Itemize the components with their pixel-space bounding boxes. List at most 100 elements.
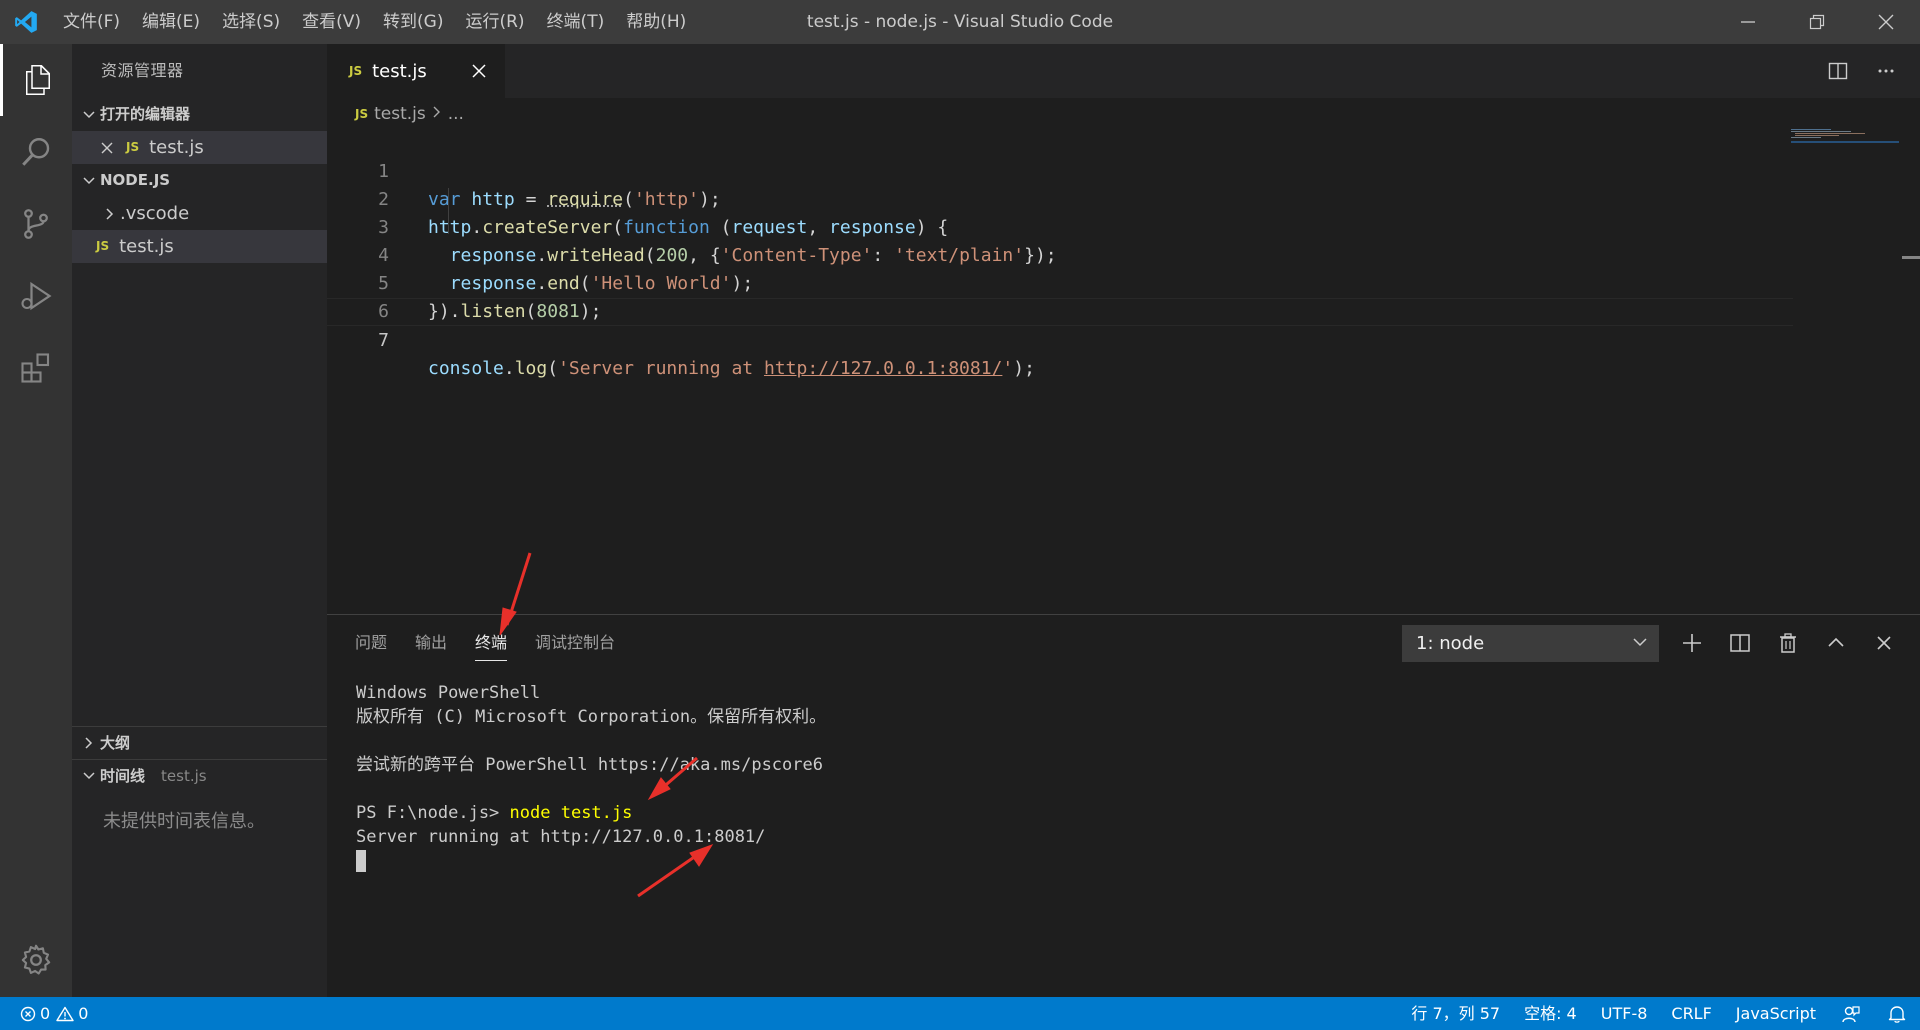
timeline-section[interactable]: 时间线 test.js <box>72 759 327 792</box>
extensions-activity[interactable] <box>0 332 72 404</box>
manage-activity[interactable] <box>0 924 72 996</box>
terminal-select[interactable]: 1: node <box>1402 625 1659 662</box>
source-control-icon <box>24 209 48 239</box>
split-terminal-button[interactable] <box>1716 623 1764 663</box>
tab-output[interactable]: 输出 <box>415 615 447 671</box>
title-bar: 文件(F) 编辑(E) 选择(S) 查看(V) 转到(G) 运行(R) 终端(T… <box>0 0 1920 44</box>
menu-terminal[interactable]: 终端(T) <box>536 0 616 44</box>
trash-icon <box>1780 633 1796 653</box>
panel-tabs: 问题 输出 终端 调试控制台 <box>355 615 643 671</box>
menu-view[interactable]: 查看(V) <box>291 0 372 44</box>
folder-section[interactable]: NODE.JS <box>72 164 327 197</box>
run-debug-activity[interactable] <box>0 260 72 332</box>
folder-item-testjs[interactable]: JS test.js <box>72 230 327 263</box>
close-tab-button[interactable] <box>467 59 491 83</box>
open-editors-label: 打开的编辑器 <box>100 105 191 123</box>
code-editor[interactable]: 1 var http = require('http'); 2 http.cre… <box>327 130 1793 610</box>
close-icon[interactable] <box>100 141 118 155</box>
split-editor-button[interactable] <box>1814 44 1862 98</box>
end-of-line[interactable]: CRLF <box>1659 997 1723 1030</box>
outline-section[interactable]: 大纲 <box>72 726 327 759</box>
menu-bar: 文件(F) 编辑(E) 选择(S) 查看(V) 转到(G) 运行(R) 终端(T… <box>52 0 697 44</box>
status-bar: 0 0 行 7，列 57 空格: 4 UTF-8 CRLF JavaScript <box>0 997 1920 1030</box>
code-line: 6 <box>327 270 1793 322</box>
minimize-button[interactable] <box>1713 0 1782 44</box>
ellipsis-icon <box>1878 69 1894 73</box>
minimap[interactable] <box>1791 128 1901 148</box>
tab-terminal[interactable]: 终端 <box>475 615 508 671</box>
chevron-right-icon <box>78 736 100 750</box>
timeline-file: test.js <box>161 766 207 785</box>
folder-item-vscode[interactable]: .vscode <box>72 197 327 230</box>
explorer-activity[interactable] <box>0 44 72 116</box>
chevron-down-icon <box>1632 634 1648 655</box>
line-number: 7 <box>378 330 389 351</box>
terminal-prompt: PS F:\node.js> <box>356 803 500 823</box>
javascript-file-icon: JS <box>355 107 369 121</box>
code-line: 5 }).listen(8081); <box>327 242 1793 322</box>
kill-terminal-button[interactable] <box>1764 623 1812 663</box>
javascript-file-icon: JS <box>96 239 110 253</box>
restore-button[interactable] <box>1782 0 1851 44</box>
menu-help[interactable]: 帮助(H) <box>615 0 697 44</box>
new-terminal-button[interactable] <box>1668 623 1716 663</box>
scrollbar-marker[interactable] <box>1902 256 1920 259</box>
maximize-panel-button[interactable] <box>1812 623 1860 663</box>
tab-debug-console[interactable]: 调试控制台 <box>535 615 615 671</box>
editor-actions <box>1814 44 1910 98</box>
vscode-logo-icon <box>0 0 52 44</box>
tab-label: test.js <box>372 60 427 82</box>
error-count: 0 <box>40 1004 51 1023</box>
menu-file[interactable]: 文件(F) <box>52 0 131 44</box>
open-editors-section[interactable]: 打开的编辑器 <box>72 98 327 131</box>
more-actions-button[interactable] <box>1862 44 1910 98</box>
search-icon <box>22 138 50 166</box>
problems-status[interactable]: 0 0 <box>20 997 88 1030</box>
terminal-line: Windows PowerShell <box>356 683 541 703</box>
close-icon <box>472 64 486 78</box>
explorer-title: 资源管理器 <box>101 61 184 80</box>
panel-actions <box>1668 623 1908 663</box>
language-mode[interactable]: JavaScript <box>1724 997 1828 1030</box>
breadcrumb-file[interactable]: test.js <box>374 104 426 124</box>
close-window-button[interactable] <box>1851 0 1920 44</box>
tab-problems[interactable]: 问题 <box>355 615 387 671</box>
chevron-down-icon <box>78 108 100 122</box>
terminal-output[interactable]: Windows PowerShell 版权所有 (C) Microsoft Co… <box>356 681 826 873</box>
gear-icon <box>21 944 51 975</box>
menu-edit[interactable]: 编辑(E) <box>131 0 211 44</box>
code-content: console.log('Server running at http://12… <box>428 358 1035 379</box>
code-line: 1 var http = require('http'); <box>327 130 1793 210</box>
notifications-button[interactable] <box>1874 997 1920 1030</box>
breadcrumb: JS test.js ... <box>355 100 470 128</box>
chevron-right-icon <box>100 207 120 221</box>
menu-selection[interactable]: 选择(S) <box>211 0 291 44</box>
indentation[interactable]: 空格: 4 <box>1512 997 1589 1030</box>
menu-run[interactable]: 运行(R) <box>454 0 535 44</box>
terminal-line: Server running at http://127.0.0.1:8081/ <box>356 827 766 847</box>
encoding[interactable]: UTF-8 <box>1589 997 1660 1030</box>
folder-label: NODE.JS <box>100 171 171 189</box>
window-controls <box>1713 0 1920 44</box>
files-icon <box>25 65 50 95</box>
chevron-down-icon <box>78 769 100 783</box>
close-panel-button[interactable] <box>1860 623 1908 663</box>
outline-label: 大纲 <box>100 733 131 752</box>
menu-go[interactable]: 转到(G) <box>372 0 454 44</box>
indent-guide <box>448 188 449 234</box>
terminal-select-value: 1: node <box>1416 633 1485 654</box>
cursor-position[interactable]: 行 7，列 57 <box>1399 997 1512 1030</box>
chevron-up-icon <box>1828 637 1844 647</box>
open-editor-item[interactable]: JS test.js <box>72 131 327 164</box>
activity-bar <box>0 44 72 997</box>
bell-icon <box>1888 1005 1906 1023</box>
search-activity[interactable] <box>0 116 72 188</box>
source-control-activity[interactable] <box>0 188 72 260</box>
tab-testjs[interactable]: JS test.js <box>327 44 505 98</box>
breadcrumb-rest[interactable]: ... <box>448 104 464 124</box>
restore-icon <box>1809 14 1824 30</box>
bottom-panel: 问题 输出 终端 调试控制台 1: node Windows PowerShel… <box>327 614 1920 997</box>
feedback-button[interactable] <box>1828 997 1874 1030</box>
